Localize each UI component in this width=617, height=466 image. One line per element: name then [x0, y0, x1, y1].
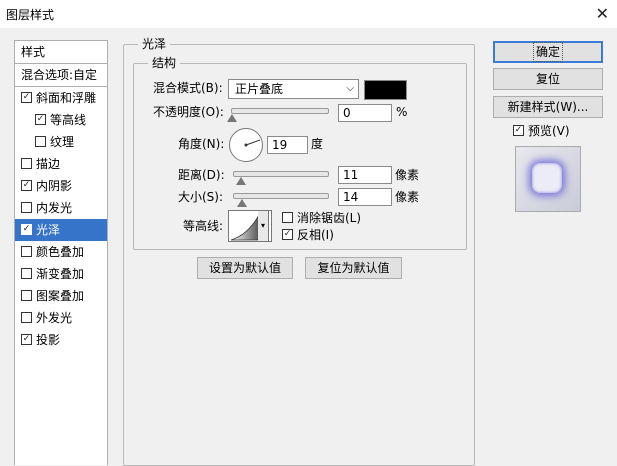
size-input[interactable]: 14 [338, 188, 392, 206]
style-item[interactable]: ✓ 等高线 [15, 109, 107, 131]
style-item-label: 光泽 [36, 223, 61, 237]
checkbox-unchecked-icon[interactable] [21, 158, 32, 169]
structure-title: 结构 [148, 56, 181, 70]
angle-input[interactable]: 19 [267, 136, 308, 154]
angle-dial-needle [244, 139, 261, 147]
close-icon[interactable]: ✕ [596, 4, 609, 23]
style-item-label: 外发光 [36, 311, 73, 325]
styles-header[interactable]: 样式 [15, 41, 107, 64]
style-item[interactable]: 渐变叠加 [15, 263, 107, 285]
blend-mode-select[interactable]: 正片叠底 ⌵ [228, 79, 359, 99]
distance-slider-thumb[interactable] [236, 177, 246, 185]
preview-checkbox[interactable]: ✓ 预览(V) [513, 121, 570, 141]
checkbox-checked-icon[interactable]: ✓ [35, 114, 46, 125]
ok-button[interactable]: 确定 [493, 41, 603, 63]
style-items-list: ✓ 斜面和浮雕 ✓ 等高线纹理描边 ✓ 内阴影内发光 ✓ 光泽颜色叠加渐变叠加图案叠加外发光 ✓… [15, 87, 107, 351]
style-item[interactable]: 颜色叠加 [15, 241, 107, 263]
reset-default-button[interactable]: 复位为默认值 [305, 257, 402, 279]
checkbox-checked-icon[interactable]: ✓ [21, 334, 32, 345]
style-preview-thumbnail [515, 146, 581, 212]
checkbox-unchecked-icon[interactable] [21, 268, 32, 279]
opacity-label: 不透明度(O): [153, 105, 224, 119]
checkbox-checked-icon[interactable]: ✓ [21, 224, 32, 235]
invert-check-icon: ✓ [282, 229, 293, 240]
make-default-button[interactable]: 设置为默认值 [197, 257, 293, 279]
style-item-label: 投影 [36, 333, 61, 347]
antialias-check-icon [282, 212, 293, 223]
opacity-input[interactable]: 0 [338, 104, 392, 122]
opacity-unit: % [396, 105, 408, 119]
style-item[interactable]: ✓ 光泽 [15, 219, 107, 241]
style-item-label: 描边 [36, 157, 61, 171]
style-item-label: 渐变叠加 [36, 267, 85, 281]
style-item-label: 颜色叠加 [36, 245, 85, 259]
style-item[interactable]: 外发光 [15, 307, 107, 329]
style-item[interactable]: 描边 [15, 153, 107, 175]
preview-label: 预览(V) [528, 124, 570, 138]
checkbox-unchecked-icon[interactable] [21, 290, 32, 301]
new-style-button[interactable]: 新建样式(W)... [493, 96, 603, 118]
distance-slider[interactable] [233, 171, 329, 177]
style-item-label: 斜面和浮雕 [36, 91, 97, 105]
distance-input[interactable]: 11 [338, 166, 392, 184]
style-item-label: 内发光 [36, 201, 73, 215]
chevron-down-icon: ⌵ [346, 83, 354, 94]
title-bar: 图层样式 ✕ [0, 0, 617, 28]
checkbox-unchecked-icon[interactable] [21, 246, 32, 257]
contour-dropdown-icon[interactable]: ▾ [258, 210, 269, 242]
size-slider-thumb[interactable] [237, 199, 247, 207]
checkbox-checked-icon[interactable]: ✓ [21, 180, 32, 191]
invert-checkbox[interactable]: ✓ 反相(I) [282, 225, 334, 245]
preview-check-icon: ✓ [513, 125, 524, 136]
blend-options-item[interactable]: 混合选项:自定 [15, 64, 107, 87]
contour-label: 等高线: [183, 219, 224, 233]
preview-shape [532, 163, 562, 193]
invert-label: 反相(I) [297, 228, 334, 242]
style-item-label: 等高线 [50, 113, 87, 127]
style-item[interactable]: ✓ 内阴影 [15, 175, 107, 197]
size-label: 大小(S): [178, 190, 224, 204]
style-item-label: 内阴影 [36, 179, 73, 193]
style-item[interactable]: ✓ 投影 [15, 329, 107, 351]
checkbox-unchecked-icon[interactable] [21, 202, 32, 213]
style-item-label: 纹理 [50, 135, 75, 149]
angle-unit: 度 [311, 137, 324, 151]
reset-button[interactable]: 复位 [493, 68, 603, 90]
ok-button-label: 确定 [532, 42, 564, 62]
blend-mode-label: 混合模式(B): [153, 81, 223, 95]
size-unit: 像素 [395, 190, 420, 204]
angle-label: 角度(N): [178, 137, 225, 151]
checkbox-checked-icon[interactable]: ✓ [21, 92, 32, 103]
style-item[interactable]: 内发光 [15, 197, 107, 219]
blend-mode-value: 正片叠底 [235, 82, 284, 96]
angle-dial[interactable] [229, 128, 263, 162]
size-slider[interactable] [233, 193, 329, 199]
distance-label: 距离(D): [178, 168, 225, 182]
style-item[interactable]: 纹理 [15, 131, 107, 153]
antialias-label: 消除锯齿(L) [297, 211, 362, 225]
style-item[interactable]: 图案叠加 [15, 285, 107, 307]
style-item[interactable]: ✓ 斜面和浮雕 [15, 87, 107, 109]
distance-unit: 像素 [395, 168, 420, 182]
window-title: 图层样式 [6, 8, 55, 22]
checkbox-unchecked-icon[interactable] [21, 312, 32, 323]
style-item-label: 图案叠加 [36, 289, 85, 303]
opacity-slider[interactable] [231, 108, 329, 114]
blend-color-swatch[interactable] [364, 80, 407, 100]
styles-list-panel: 样式 混合选项:自定 ✓ 斜面和浮雕 ✓ 等高线纹理描边 ✓ 内阴影内发光 ✓ 光泽颜色叠加渐… [14, 40, 108, 465]
satin-section-title: 光泽 [138, 37, 171, 51]
checkbox-unchecked-icon[interactable] [35, 136, 46, 147]
opacity-slider-thumb[interactable] [227, 114, 237, 122]
